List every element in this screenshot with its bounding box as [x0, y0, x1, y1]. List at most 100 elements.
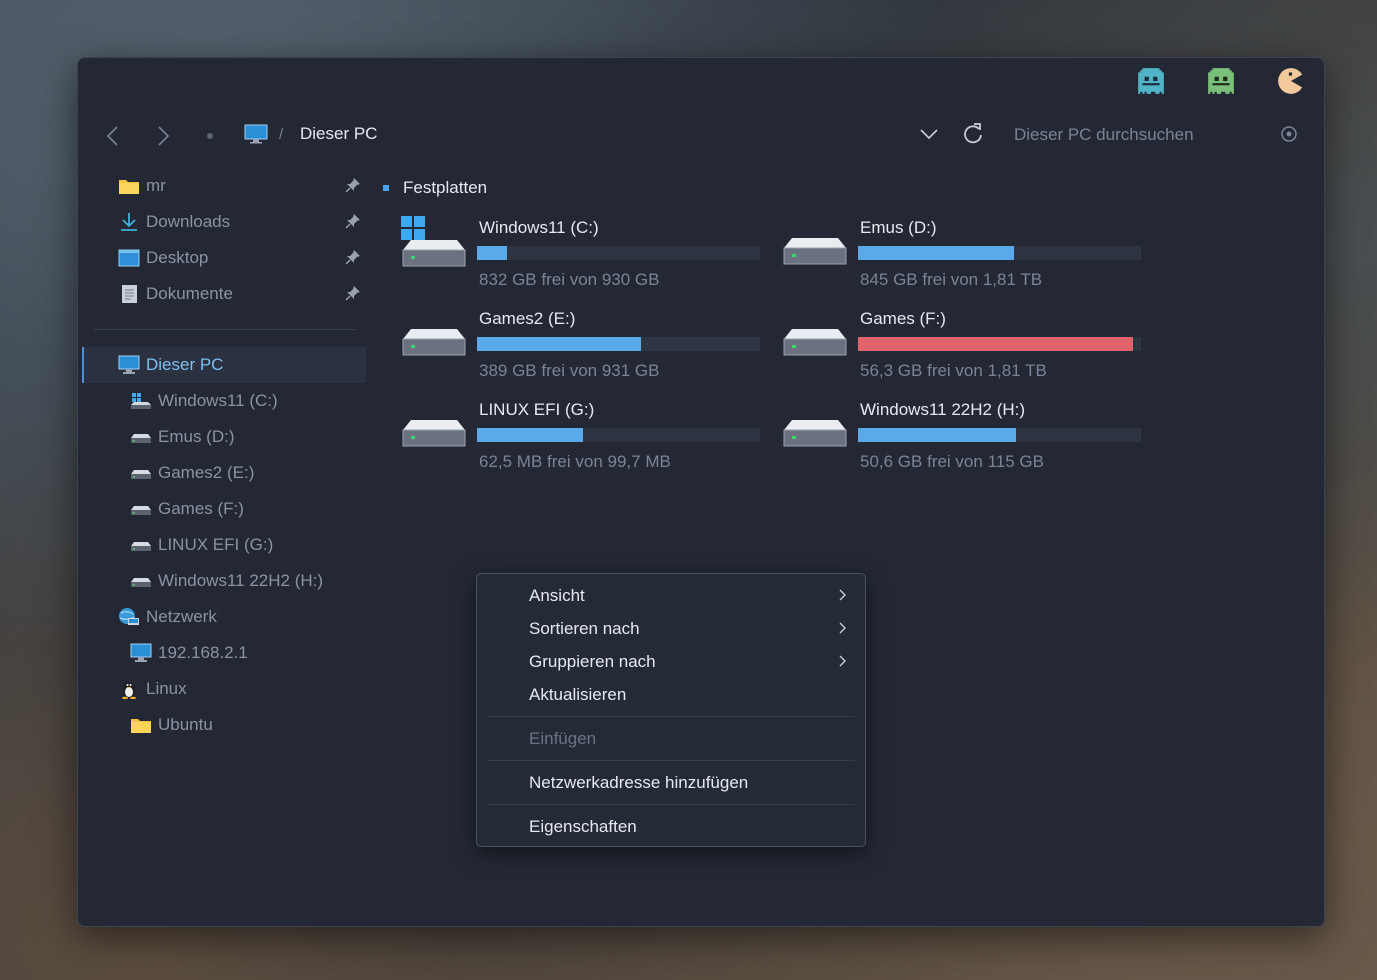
menu-item-aktualisieren[interactable]: Aktualisieren: [477, 679, 865, 711]
drive-free-space: 62,5 MB frei von 99,7 MB: [479, 452, 671, 471]
chevron-left-icon: [106, 126, 118, 146]
menu-item-label: Einfügen: [529, 729, 597, 748]
drive-usage-fill: [858, 246, 1014, 260]
chevron-down-icon[interactable]: [918, 123, 940, 145]
sidebar-item-dokumente[interactable]: Dokumente: [78, 276, 368, 312]
sidebar-item-drive-f[interactable]: Games (F:): [78, 491, 368, 527]
sidebar-item-label: Ubuntu: [158, 715, 213, 734]
drive-usage-fill: [858, 337, 1133, 351]
sidebar-item-network-host[interactable]: 192.168.2.1: [78, 635, 368, 671]
ghost-cyan-icon: [1138, 68, 1164, 94]
sidebar-item-label: Netzwerk: [146, 607, 217, 626]
hard-drive-icon: [783, 329, 847, 356]
windows-drive-icon: [131, 393, 151, 409]
sidebar-item-drive-g[interactable]: LINUX EFI (G:): [78, 527, 368, 563]
titlebar: [1136, 66, 1306, 96]
sidebar-item-this-pc[interactable]: Dieser PC: [82, 347, 366, 383]
sidebar-item-downloads[interactable]: Downloads: [78, 204, 368, 240]
section-header[interactable]: Festplatten: [383, 178, 487, 198]
search-input[interactable]: [1006, 120, 1252, 150]
drive-usage-fill: [477, 246, 507, 260]
chevron-right-icon: [839, 622, 846, 634]
sidebar-item-drive-c[interactable]: Windows11 (C:): [78, 383, 368, 419]
drive-name: Windows11 (C:): [479, 218, 599, 237]
menu-item-eigenschaften[interactable]: Eigenschaften: [477, 811, 865, 843]
computer-icon: [244, 124, 268, 144]
pin-icon[interactable]: [345, 249, 361, 265]
pin-icon[interactable]: [345, 177, 361, 193]
chevron-right-icon: [839, 589, 846, 601]
refresh-icon[interactable]: [960, 120, 986, 148]
drive-tile-f[interactable]: Games (F:) 56,3 GB frei von 1,81 TB: [782, 303, 1162, 393]
drive-usage-fill: [477, 337, 642, 351]
drive-tile-g[interactable]: LINUX EFI (G:) 62,5 MB frei von 99,7 MB: [401, 394, 781, 484]
sidebar-item-label: 192.168.2.1: [158, 643, 248, 662]
search-icon[interactable]: [1280, 125, 1298, 143]
sidebar-item-label: Windows11 (C:): [158, 391, 278, 410]
drive-free-space: 56,3 GB frei von 1,81 TB: [860, 361, 1047, 380]
sidebar-item-drive-e[interactable]: Games2 (E:): [78, 455, 368, 491]
drive-usage-bar: [858, 337, 1141, 351]
drive-free-space: 832 GB frei von 930 GB: [479, 270, 660, 289]
drive-usage-bar: [858, 246, 1141, 260]
menu-item-einfuegen[interactable]: Einfügen: [477, 723, 865, 755]
download-icon: [121, 213, 137, 231]
menu-item-label: Ansicht: [529, 586, 585, 605]
hard-drive-icon: [783, 420, 847, 447]
drive-usage-bar: [858, 428, 1141, 442]
drive-name: Windows11 22H2 (H:): [860, 400, 1026, 419]
sidebar: mr Downloads Desktop Dokumente Dieser PC…: [78, 168, 368, 743]
pin-icon[interactable]: [345, 285, 361, 301]
computer-icon: [118, 355, 140, 374]
drive-tile-e[interactable]: Games2 (E:) 389 GB frei von 931 GB: [401, 303, 781, 393]
hard-drive-icon: [783, 238, 847, 265]
menu-item-gruppieren-nach[interactable]: Gruppieren nach: [477, 646, 865, 678]
context-menu: Ansicht Sortieren nach Gruppieren nach A…: [476, 573, 866, 847]
drive-tile-d[interactable]: Emus (D:) 845 GB frei von 1,81 TB: [782, 212, 1162, 302]
sidebar-item-desktop[interactable]: Desktop: [78, 240, 368, 276]
chevron-right-icon: [839, 655, 846, 667]
menu-item-sortieren-nach[interactable]: Sortieren nach: [477, 613, 865, 645]
drive-tile-c[interactable]: Windows11 (C:) 832 GB frei von 930 GB: [401, 212, 781, 302]
sidebar-item-mr[interactable]: mr: [78, 168, 368, 204]
drive-free-space: 845 GB frei von 1,81 TB: [860, 270, 1043, 289]
breadcrumb-current[interactable]: Dieser PC: [300, 124, 377, 144]
windows-drive-icon: [401, 216, 466, 267]
drive-free-space: 389 GB frei von 931 GB: [479, 361, 660, 380]
section-title: Festplatten: [403, 178, 488, 197]
sidebar-item-label: Emus (D:): [158, 427, 235, 446]
back-button[interactable]: [98, 122, 126, 150]
pin-icon[interactable]: [345, 213, 361, 229]
sidebar-item-label: Windows11 22H2 (H:): [158, 571, 324, 590]
hard-drive-icon: [402, 420, 466, 447]
menu-item-ansicht[interactable]: Ansicht: [477, 580, 865, 612]
tux-penguin-icon: [122, 682, 136, 699]
sidebar-item-drive-d[interactable]: Emus (D:): [78, 419, 368, 455]
chevron-right-icon: [158, 126, 170, 146]
sidebar-item-netzwerk[interactable]: Netzwerk: [78, 599, 368, 635]
sidebar-item-label: Games2 (E:): [158, 463, 255, 482]
drive-name: Games (F:): [860, 309, 946, 328]
sidebar-item-drive-h[interactable]: Windows11 22H2 (H:): [78, 563, 368, 599]
section-bullet: [383, 185, 389, 191]
recent-locations-button[interactable]: [196, 122, 224, 150]
drive-usage-fill: [858, 428, 1017, 442]
file-explorer-window: / Dieser PC mr Downloads Desktop: [77, 57, 1325, 927]
drive-name: Games2 (E:): [479, 309, 576, 328]
drive-tile-h[interactable]: Windows11 22H2 (H:) 50,6 GB frei von 115…: [782, 394, 1162, 484]
desktop-icon: [118, 249, 140, 267]
sidebar-item-ubuntu[interactable]: Ubuntu: [78, 707, 368, 743]
drive-usage-bar: [477, 246, 760, 260]
drive-usage-bar: [477, 337, 760, 351]
computer-icon: [130, 643, 152, 662]
menu-item-netzwerkadresse-hinzufuegen[interactable]: Netzwerkadresse hinzufügen: [477, 767, 865, 799]
folder-icon: [119, 180, 139, 194]
forward-button[interactable]: [150, 122, 178, 150]
sidebar-divider: [94, 329, 356, 330]
sidebar-item-linux[interactable]: Linux: [78, 671, 368, 707]
ghost-green-icon: [1208, 68, 1234, 94]
document-icon: [122, 285, 137, 303]
menu-separator: [487, 804, 855, 805]
drive-usage-fill: [477, 428, 583, 442]
menu-item-label: Gruppieren nach: [529, 652, 656, 671]
